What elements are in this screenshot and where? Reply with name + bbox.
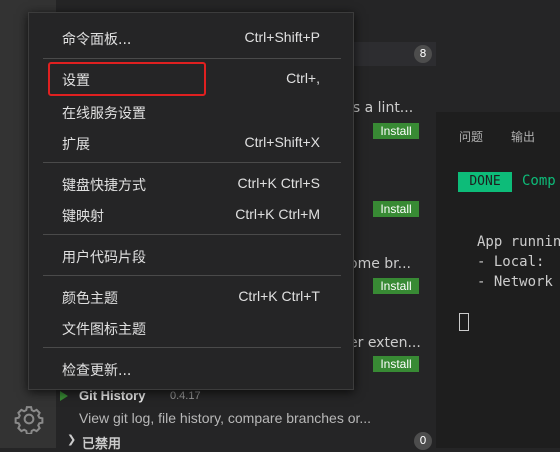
disabled-count-badge: 0 (414, 432, 432, 450)
extension-logo-icon (60, 391, 68, 401)
gear-icon[interactable] (14, 404, 44, 434)
menu-separator (43, 347, 341, 348)
extension-desc-fragment: er exten... (349, 335, 421, 351)
terminal-line: - Network (477, 274, 553, 290)
terminal-cursor (459, 313, 469, 331)
menu-item-command-palette[interactable]: 命令面板... Ctrl+Shift+P (29, 25, 353, 51)
menu-item-color-theme[interactable]: 颜色主题 Ctrl+K Ctrl+T (29, 284, 353, 310)
terminal-line: - Local: (477, 254, 545, 270)
menu-item-keymaps[interactable]: 键映射 Ctrl+K Ctrl+M (29, 202, 353, 228)
extension-desc-fragment: ome br... (349, 256, 411, 272)
install-button[interactable]: Install (373, 123, 419, 139)
tab-problems[interactable]: 问题 (459, 128, 483, 145)
settings-highlight-box (48, 62, 206, 96)
install-button[interactable]: Install (373, 356, 419, 372)
terminal-line: App runnin (477, 234, 560, 250)
extension-title[interactable]: Git History (79, 388, 145, 403)
menu-item-user-snippets[interactable]: 用户代码片段 (29, 243, 353, 269)
terminal-panel (436, 0, 560, 448)
enabled-count-badge: 8 (414, 45, 432, 63)
manage-context-menu: 命令面板... Ctrl+Shift+P 设置 Ctrl+, 在线服务设置 扩展… (28, 12, 354, 390)
editor-area (436, 0, 560, 112)
menu-item-online-services-settings[interactable]: 在线服务设置 (29, 99, 353, 125)
install-button[interactable]: Install (373, 278, 419, 294)
tab-output[interactable]: 输出 (511, 128, 535, 145)
menu-item-check-updates[interactable]: 检查更新... (29, 356, 353, 382)
compiled-message: Comp (522, 173, 556, 189)
extension-version: 0.4.17 (170, 390, 201, 402)
menu-separator (43, 275, 341, 276)
extension-description: View git log, file history, compare bran… (79, 410, 372, 426)
chevron-right-icon: ❯ (67, 433, 77, 446)
menu-item-extensions[interactable]: 扩展 Ctrl+Shift+X (29, 130, 353, 156)
install-button[interactable]: Install (373, 201, 419, 217)
menu-item-keyboard-shortcuts[interactable]: 键盘快捷方式 Ctrl+K Ctrl+S (29, 171, 353, 197)
menu-separator (43, 58, 341, 59)
extension-desc-fragment: is a lint... (349, 100, 414, 116)
menu-separator (43, 234, 341, 235)
disabled-section-label: 已禁用 (82, 437, 122, 452)
done-badge: DONE (458, 172, 512, 192)
menu-item-file-icon-theme[interactable]: 文件图标主题 (29, 315, 353, 341)
menu-separator (43, 162, 341, 163)
